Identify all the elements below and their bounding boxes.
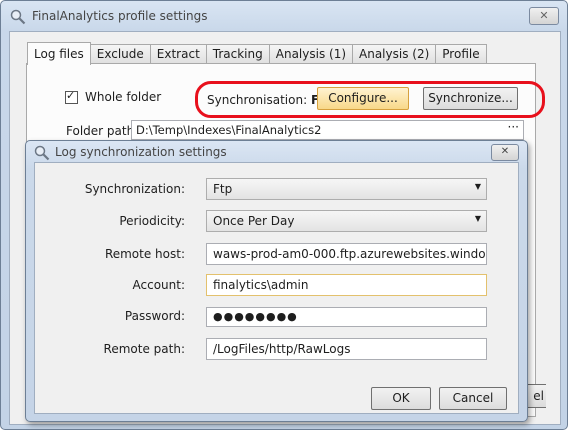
dialog-close-button[interactable]: ✕ [491,144,519,161]
tab-strip: Log files Exclude Extract Tracking Analy… [27,42,487,65]
tab-analysis-1[interactable]: Analysis (1) [268,44,354,65]
remote-path-input[interactable]: /LogFiles/http/RawLogs [206,338,487,360]
window-title: FinalAnalytics profile settings [32,9,208,23]
browse-button[interactable]: ··· [508,121,519,134]
whole-folder-checkbox-row[interactable]: Whole folder [65,89,162,104]
tab-log-files[interactable]: Log files [27,42,91,65]
periodicity-label: Periodicity: [119,214,185,228]
dialog-title: Log synchronization settings [55,145,227,159]
configure-button[interactable]: Configure... [317,87,409,110]
folder-path-label: Folder path: [66,124,139,138]
synchronize-button[interactable]: Synchronize... [423,87,518,110]
remote-host-label: Remote host: [104,247,185,261]
cancel-button[interactable]: Cancel [439,387,507,410]
periodicity-select[interactable]: Once Per Day ▼ [206,210,487,232]
whole-folder-checkbox[interactable] [65,89,78,104]
synchronisation-label: Synchronisation: [207,93,308,107]
dropdown-arrow-icon: ▼ [474,182,481,191]
folder-path-input[interactable]: D:\Temp\Indexes\FinalAnalytics2 ··· [131,120,524,140]
synchronisation-status: Synchronisation: Ftp [207,93,333,107]
dropdown-arrow-icon: ▼ [474,214,481,223]
account-input[interactable]: finalytics\admin [206,274,487,296]
ok-button[interactable]: OK [371,387,431,410]
remote-path-label: Remote path: [103,342,185,356]
tab-profile[interactable]: Profile [435,44,487,65]
remote-host-input[interactable]: waws-prod-am0-000.ftp.azurewebsites.wind… [206,243,487,265]
tab-analysis-2[interactable]: Analysis (2) [352,44,437,65]
synchronization-label: Synchronization: [84,182,185,196]
magnifier-icon [10,9,26,25]
password-label: Password: [124,309,185,323]
window-close-button[interactable]: ✕ [529,7,559,25]
account-label: Account: [132,278,186,292]
tab-exclude[interactable]: Exclude [89,44,151,65]
dialog-client-area: Synchronization: Ftp ▼ Periodicity: Once… [34,162,519,414]
synchronization-value: Ftp [213,182,233,196]
tab-tracking[interactable]: Tracking [205,44,270,65]
window-title-bar: FinalAnalytics profile settings ✕ [1,1,567,31]
tab-extract[interactable]: Extract [149,44,207,65]
periodicity-value: Once Per Day [213,214,295,228]
password-input[interactable]: ●●●●●●●● [206,307,487,327]
whole-folder-label: Whole folder [85,90,162,104]
synchronization-select[interactable]: Ftp ▼ [206,178,487,200]
folder-path-value: D:\Temp\Indexes\FinalAnalytics2 [136,123,322,137]
magnifier-icon [34,145,50,161]
log-sync-settings-dialog: Log synchronization settings ✕ Synchroni… [25,140,528,422]
